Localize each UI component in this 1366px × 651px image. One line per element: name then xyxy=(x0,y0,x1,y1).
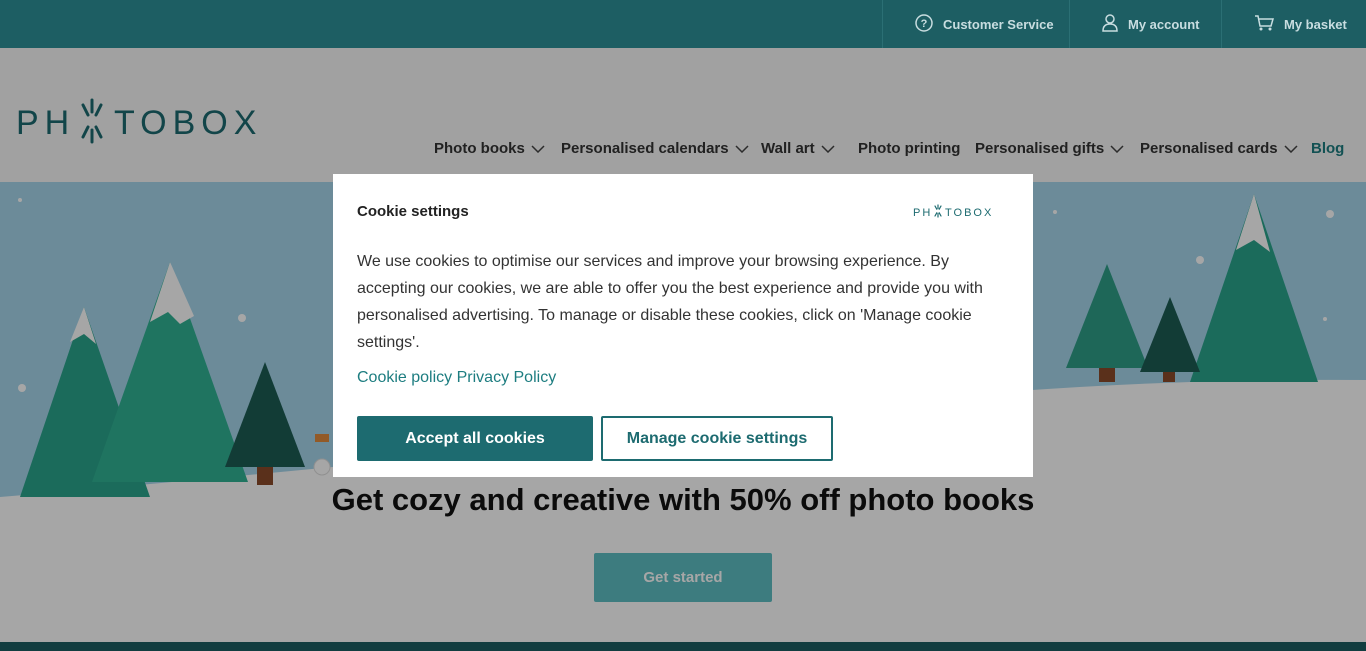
top-utility-bar: ? Customer Service My account My basket xyxy=(0,0,1366,48)
basket-icon xyxy=(1254,14,1284,35)
cookie-dialog-title: Cookie settings xyxy=(357,203,469,220)
customer-service-label: Customer Service xyxy=(943,16,1054,32)
svg-text:PH: PH xyxy=(913,207,932,218)
photobox-logo-small: PH TOBOX xyxy=(913,204,995,223)
help-circle-icon: ? xyxy=(915,13,943,35)
my-basket-label: My basket xyxy=(1284,16,1347,32)
cookie-policy-link[interactable]: Cookie policy xyxy=(357,369,452,386)
svg-text:TOBOX: TOBOX xyxy=(945,207,993,218)
accept-all-cookies-button[interactable]: Accept all cookies xyxy=(357,416,593,461)
privacy-policy-link[interactable]: Privacy Policy xyxy=(457,369,557,386)
cookie-dialog-body: We use cookies to optimise our services … xyxy=(357,253,983,351)
svg-text:?: ? xyxy=(921,18,928,30)
my-basket-link[interactable]: My basket xyxy=(1221,0,1366,48)
user-icon xyxy=(1102,13,1128,35)
my-account-label: My account xyxy=(1128,16,1200,32)
customer-service-link[interactable]: ? Customer Service xyxy=(882,0,1070,48)
cookie-dialog-links: Cookie policy Privacy Policy xyxy=(357,369,556,387)
cookie-settings-dialog: Cookie settings PH TOBOX We use cookies … xyxy=(333,174,1033,477)
my-account-link[interactable]: My account xyxy=(1069,0,1222,48)
manage-cookie-settings-button[interactable]: Manage cookie settings xyxy=(601,416,833,461)
